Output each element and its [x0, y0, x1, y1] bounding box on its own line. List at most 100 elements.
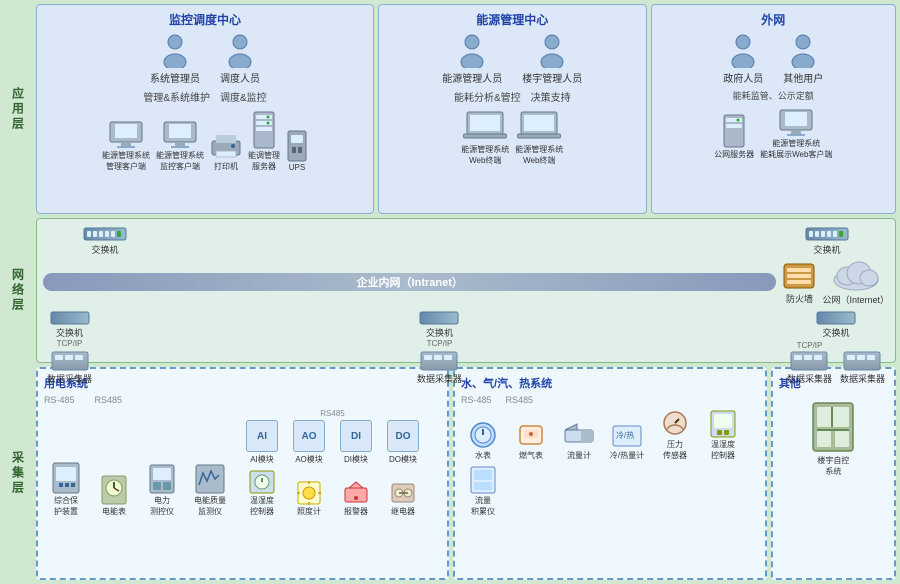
gov-person: 政府人员 [723, 34, 763, 85]
external-net-title: 外网 [658, 11, 889, 28]
gov-label: 政府人员 [723, 70, 763, 85]
water-devices: 水表 燃气表 流量计 [461, 409, 759, 517]
energy-labels: 能耗分析&管控 决策支持 [385, 89, 640, 104]
flow-meter-icon [563, 422, 595, 450]
collector-icon-3 [790, 350, 828, 372]
printer-icon [210, 133, 242, 161]
firewall-icon [782, 260, 816, 292]
monitoring-center: 监控调度中心 系统管理员 调度人员 管 [36, 4, 374, 214]
electric-meter-icon [100, 474, 128, 506]
building-control-sys: 楼宇自控系统 [811, 399, 855, 477]
elec-rs485-row: RS-485 RS485 [44, 395, 441, 405]
collector-icon-1 [51, 350, 89, 372]
monitoring-labels: 管理&系统维护 调度&监控 [43, 89, 367, 104]
electricity-sys: 用电系统 RS-485 RS485 综合保护装置 [36, 367, 449, 580]
power-controller: 电力测控仪 [140, 463, 184, 517]
water-meter: 水表 [461, 420, 505, 461]
ao-module: AO AO模块 [287, 420, 331, 465]
temp-ctrl-2-icon [709, 409, 737, 439]
net-group-3: 交换机 TCP/IP 数据采集器 [787, 310, 885, 385]
printer: 打印机 [210, 133, 242, 172]
dispatcher-icon [226, 34, 254, 68]
di-module: DI DI模块 [334, 420, 378, 465]
mgmt-client-label: 能源管理系统管理客户端 [102, 150, 150, 172]
dispatcher-person: 调度人员 [220, 34, 260, 85]
middle-section: 网络层 交换机 [4, 218, 896, 363]
monitoring-persons: 系统管理员 调度人员 [43, 34, 367, 85]
collector-3: TCP/IP 数据采集器 [787, 341, 832, 385]
network-bar-row: 企业内网（Intranet） 防火墙 [43, 258, 889, 306]
printer-label: 打印机 [214, 161, 238, 172]
network-area: 交换机 交换机 [36, 218, 896, 363]
energy-persons: 能源管理人员 楼宇管理人员 [385, 34, 640, 85]
energy-web-client-2: 能源管理系统Web终端 [515, 110, 563, 166]
ups: UPS [286, 129, 308, 172]
energy-display-client: 能源管理系统能耗展示Web客户端 [760, 108, 832, 160]
sys-admin-label: 系统管理员 [150, 70, 200, 85]
cold-heat-meter: 冷/热 冷/热量计 [605, 422, 649, 461]
ai-do-modules: AI AI模块 AO AO模块 DI DI模块 DO [240, 420, 425, 465]
energy-web1-label: 能源管理系统Web终端 [461, 144, 509, 166]
pressure-sensor: 压力传感器 [653, 409, 697, 461]
pressure-sensor-icon [661, 409, 689, 439]
other-user-icon [789, 34, 817, 68]
switch-icon-1 [83, 225, 127, 243]
electricity-devices: 综合保护装置 电能表 [44, 409, 441, 517]
switch-b3-icon [816, 310, 856, 326]
water-rs485-label: RS-485 [461, 395, 492, 405]
flow-accum-icon [469, 465, 497, 495]
computer-icon-2 [161, 120, 199, 150]
power-quality-icon [194, 463, 226, 495]
app-layer-label: 应用层 [4, 4, 32, 214]
building-manager-label: 楼宇管理人员 [522, 70, 582, 85]
ups-label: UPS [289, 163, 305, 172]
energy-mgmt-center: 能源管理中心 能源管理人员 楼宇管理人员 [378, 4, 647, 214]
other-sys: 其他 楼宇自控系统 [771, 367, 896, 580]
monitoring-devices: 能源管理系统管理客户端 能源管理系统监控客户端 [43, 110, 367, 172]
analysis-label: 能耗分析&管控 [454, 89, 521, 104]
collect-layer-label: 采集层 [4, 367, 32, 580]
energy-mgmt-title: 能源管理中心 [385, 11, 640, 28]
temp-humid-icon [248, 469, 276, 495]
switch-b1-icon [50, 310, 90, 326]
public-server-label: 公网服务器 [714, 149, 754, 160]
module-group: RS485 AI AI模块 AO AO模块 DI DI模块 [240, 409, 425, 517]
network-layer-label: 网络层 [4, 218, 32, 363]
intranet-bar: 企业内网（Intranet） [43, 273, 776, 291]
energy-manager-person: 能源管理人员 [442, 34, 502, 85]
net-group-1: 交换机 TCP/IP 数据采集器 [47, 310, 92, 385]
dispatch-label: 调度&监控 [220, 89, 267, 104]
sub-devices-row: 温湿度控制器 照度计 [240, 469, 425, 517]
other-devices: 楼宇自控系统 [779, 399, 888, 477]
protection-device: 综合保护装置 [44, 461, 88, 517]
cold-heat-icon: 冷/热 [611, 422, 643, 450]
energy-devices: 能源管理系统Web终端 能源管理系统Web终端 [385, 110, 640, 166]
ups-icon [286, 129, 308, 163]
firewall-label: 防火墙 [786, 292, 813, 305]
svg-text:冷/热: 冷/热 [616, 430, 634, 440]
bottom-section: 采集层 用电系统 RS-485 RS485 综合保护 [4, 367, 896, 580]
water-rs485-row: RS-485 RS485 [461, 395, 759, 405]
illuminance-icon [296, 480, 322, 506]
switch-bottom-1: 交换机 [50, 310, 90, 339]
external-devices: 公网服务器 能源管理系统能耗展示Web客户端 [658, 108, 889, 160]
main-container: 应用层 监控调度中心 系统管理员 调度人员 [0, 0, 900, 584]
water-gas-sys: 水、气/汽、热系统 RS-485 RS485 水表 [453, 367, 767, 580]
display-client-icon [777, 108, 815, 138]
external-net: 外网 政府人员 其他用户 能耗监管、公 [651, 4, 896, 214]
temp-humidity-ctrl: 温湿度控制器 [240, 469, 284, 517]
monitor-client: 能源管理系统监控客户端 [156, 120, 204, 172]
other-user-label: 其他用户 [783, 70, 823, 85]
computer-icon-1 [107, 120, 145, 150]
switch-top-1-label: 交换机 [91, 243, 118, 256]
server-icon [250, 110, 278, 150]
collector-icon-4 [843, 350, 881, 372]
alarm-icon [343, 480, 369, 506]
alarm-device: 报警器 [334, 480, 378, 517]
protection-icon [51, 461, 81, 495]
monitoring-center-title: 监控调度中心 [43, 11, 367, 28]
gov-icon [729, 34, 757, 68]
energy-monitor-label: 能耗监管、公示定额 [733, 89, 814, 102]
cloud-icon [831, 258, 881, 293]
laptop-icon-1 [463, 110, 507, 144]
